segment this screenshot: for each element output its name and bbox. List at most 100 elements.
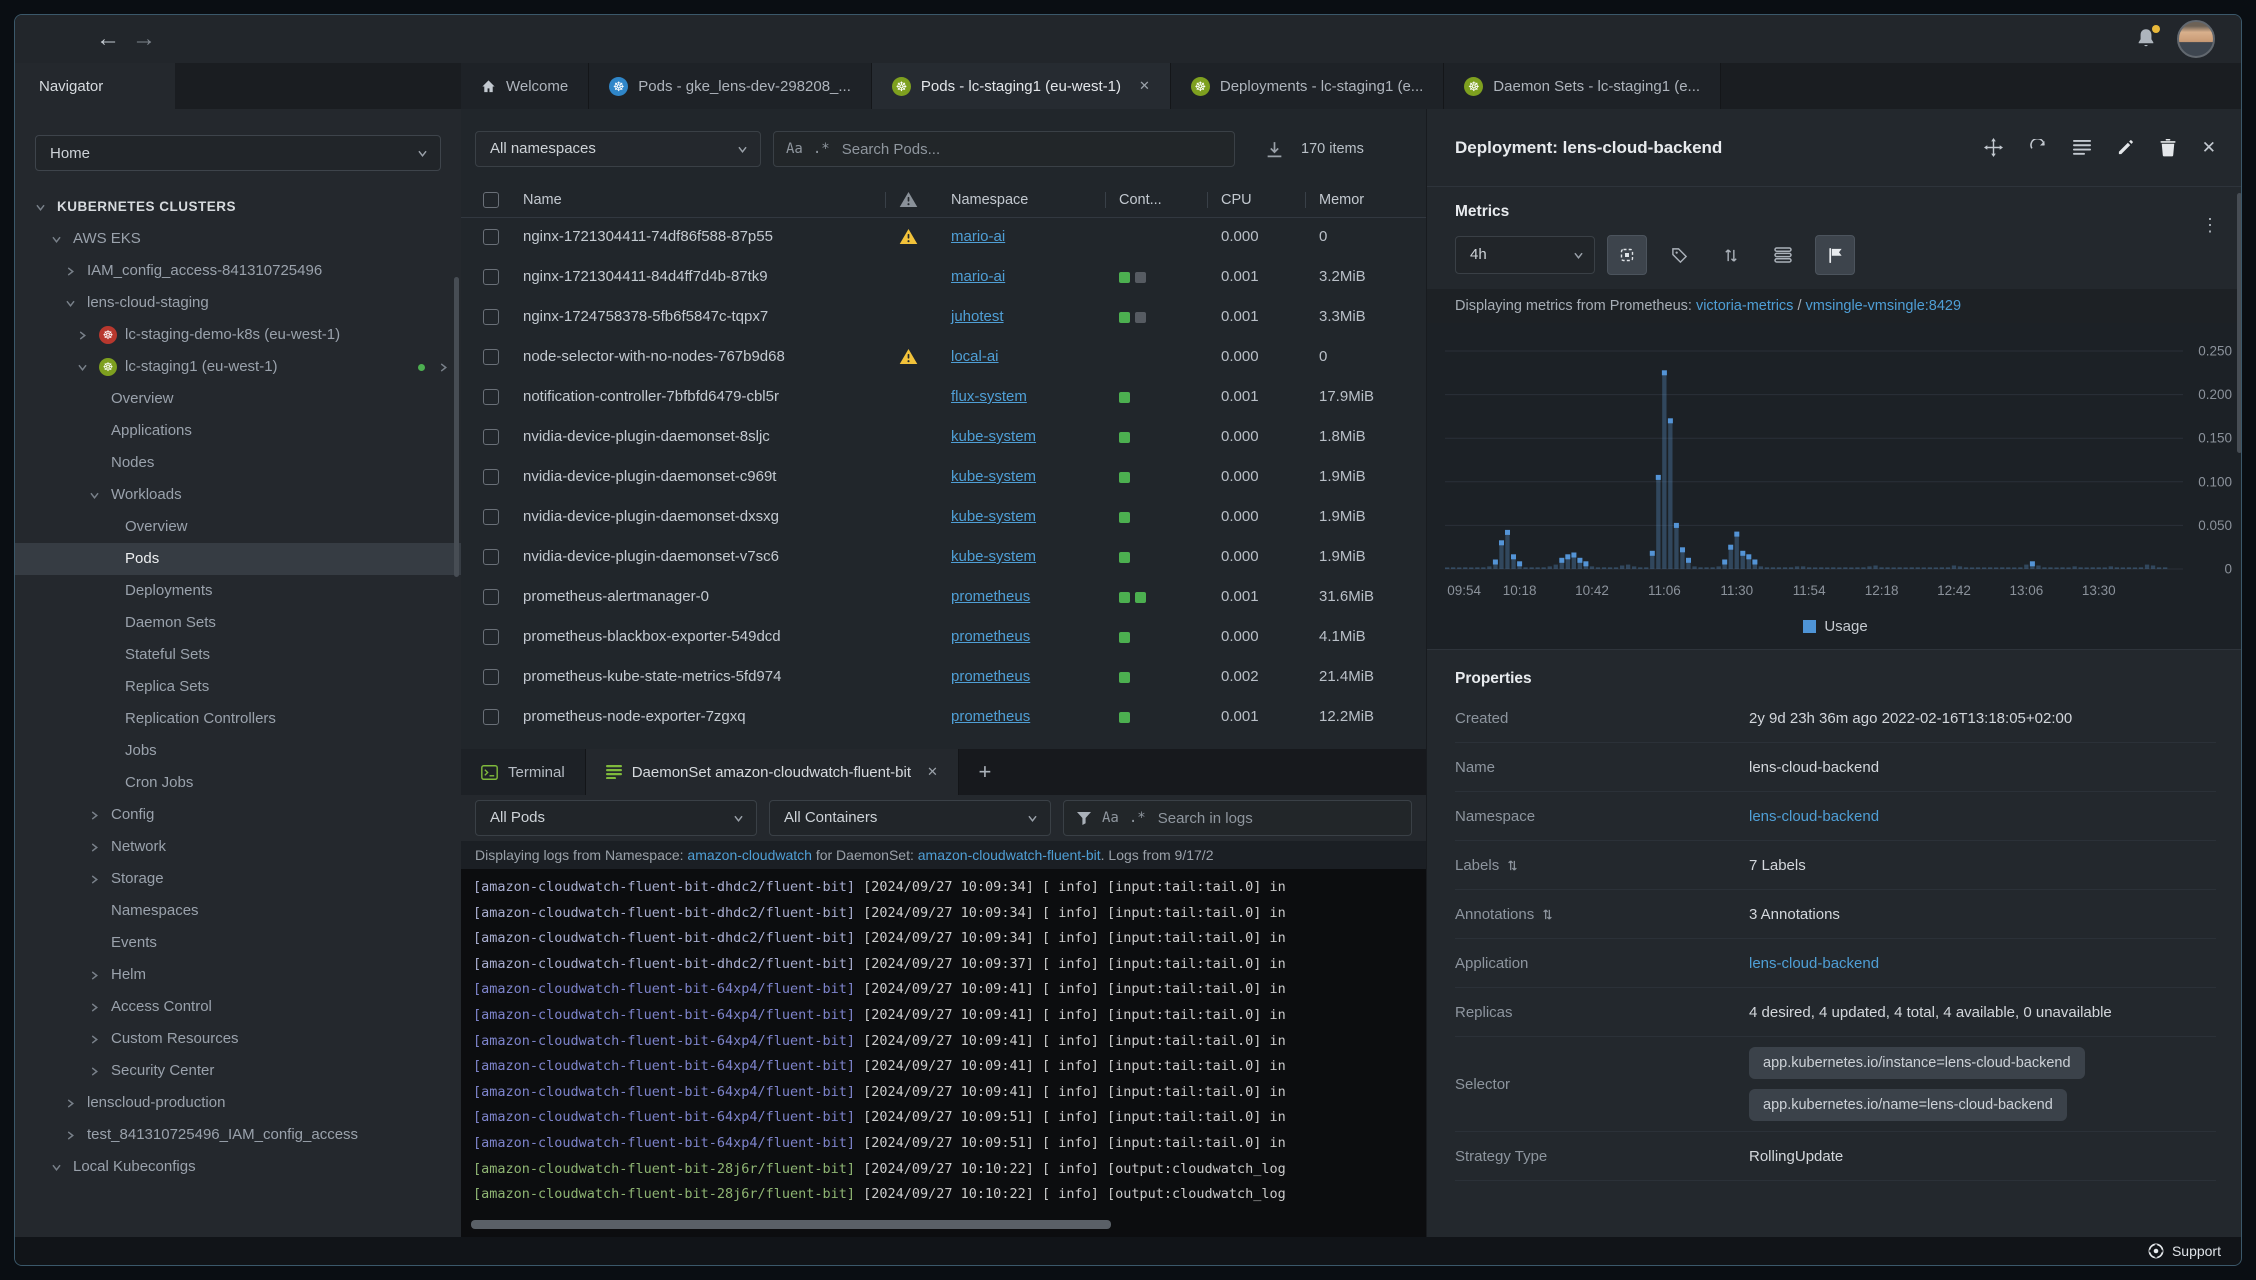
table-row[interactable]: nvidia-device-plugin-daemonset-8sljc kube… [461,417,1426,457]
chevron-right-icon[interactable] [65,255,76,287]
table-row[interactable]: nginx-1721304411-84d4ff7d4b-87tk9 mario-a… [461,257,1426,297]
sidebar-item[interactable]: Overview [15,383,461,415]
drawer-scrollbar[interactable] [2237,193,2241,453]
table-row[interactable]: prometheus-node-exporter-7zgxq prometheus… [461,697,1426,737]
logs-search-input[interactable] [1155,808,1399,828]
logs-horizontal-scrollbar[interactable] [471,1220,1111,1229]
support-link[interactable]: Support [2172,1243,2221,1259]
pod-filter-select[interactable]: All Pods [475,800,757,836]
chevron-down-icon[interactable] [35,191,46,223]
sidebar-item[interactable]: IAM_config_access-841310725496 [15,255,461,287]
cpu-usage-chart[interactable]: 0 0.050 0.100 0.150 0.200 0.250 09:54 10:18 10:4… [1427,329,2242,609]
row-checkbox[interactable] [483,429,499,445]
chevron-down-icon[interactable] [51,1151,62,1183]
property-value-link[interactable]: lens-cloud-backend [1749,955,2216,972]
table-row[interactable]: prometheus-blackbox-exporter-549dcd prome… [461,617,1426,657]
namespace-link[interactable]: kube-system [951,417,1036,457]
namespace-link[interactable]: flux-system [951,377,1027,417]
sidebar-scrollbar[interactable] [454,277,459,577]
sidebar-item[interactable]: KUBERNETES CLUSTERS [15,191,461,223]
namespace-select[interactable]: All namespaces [475,131,761,167]
sidebar-item[interactable]: lenscloud-production [15,1087,461,1119]
table-row[interactable]: nvidia-device-plugin-daemonset-v7sc6 kube… [461,537,1426,577]
sort-updown-icon[interactable] [1507,859,1518,872]
chevron-down-icon[interactable] [65,287,76,319]
app-tab[interactable]: ☸ Daemon Sets - lc-staging1 (e... [1444,63,1722,109]
namespace-link[interactable]: mario-ai [951,257,1005,297]
regex-icon[interactable]: .* [813,141,830,157]
row-checkbox[interactable] [483,709,499,725]
table-row[interactable]: prometheus-alertmanager-0 prometheus 0.001… [461,577,1426,617]
namespace-link[interactable]: prometheus [951,657,1030,697]
sidebar-item[interactable]: Overview [15,511,461,543]
namespace-link[interactable]: kube-system [951,497,1036,537]
sidebar-item[interactable]: ☸ lc-staging-demo-k8s (eu-west-1) [15,319,461,351]
sidebar-item[interactable]: Access Control [15,991,461,1023]
row-checkbox[interactable] [483,549,499,565]
chevron-right-icon[interactable] [89,799,100,831]
sidebar-item[interactable]: Applications [15,415,461,447]
sidebar-item[interactable]: Replica Sets [15,671,461,703]
match-case-icon[interactable]: Aa [1102,810,1119,826]
legend-usage-label[interactable]: Usage [1824,618,1867,635]
app-tab[interactable]: ☸ Deployments - lc-staging1 (e... [1170,63,1445,109]
table-row[interactable]: nvidia-device-plugin-daemonset-c969t kube… [461,457,1426,497]
match-case-icon[interactable]: Aa [786,141,803,157]
table-row[interactable]: node-selector-with-no-nodes-767b9d68 loca… [461,337,1426,377]
column-cpu[interactable]: CPU [1221,183,1252,217]
column-namespace[interactable]: Namespace [951,183,1028,217]
close-tab-icon[interactable]: ✕ [1139,78,1150,94]
column-warning-icon[interactable] [899,191,918,208]
sidebar-item[interactable]: Replication Controllers [15,703,461,735]
refresh-icon[interactable] [2029,138,2047,157]
table-row[interactable]: nginx-1721304411-74df86f588-87p55 mario-a… [461,217,1426,257]
sidebar-item[interactable]: Pods [15,543,461,575]
sidebar-item[interactable]: lens-cloud-staging [15,287,461,319]
sidebar-item[interactable]: Workloads [15,479,461,511]
dock-tab[interactable]: Terminal [461,749,586,795]
sidebar-item[interactable]: Config [15,799,461,831]
chevron-right-icon[interactable] [77,319,88,351]
chevron-right-icon[interactable] [65,1119,76,1151]
close-icon[interactable]: ✕ [2202,138,2216,158]
tag-icon[interactable] [1659,235,1699,275]
edit-pencil-icon[interactable] [2117,139,2134,156]
filter-funnel-icon[interactable] [1076,810,1092,826]
namespace-link[interactable]: kube-system [951,457,1036,497]
row-checkbox[interactable] [483,589,499,605]
sidebar-item[interactable]: Namespaces [15,895,461,927]
logs-namespace-link[interactable]: amazon-cloudwatch [687,847,812,863]
table-row[interactable]: prometheus-kube-state-metrics-5fd974 prom… [461,657,1426,697]
namespace-link[interactable]: mario-ai [951,217,1005,257]
column-memory[interactable]: Memor [1319,183,1364,217]
back-arrow-icon[interactable]: ← [91,21,125,57]
row-checkbox[interactable] [483,629,499,645]
select-all-checkbox[interactable] [483,192,499,208]
close-tab-icon[interactable]: ✕ [927,764,938,780]
app-tab[interactable]: ☸ Pods - gke_lens-dev-298208_... [589,63,872,109]
sidebar-item[interactable]: Storage [15,863,461,895]
row-checkbox[interactable] [483,349,499,365]
namespace-link[interactable]: prometheus [951,577,1030,617]
sort-updown-icon[interactable] [1711,235,1751,275]
notifications-bell-icon[interactable] [2135,25,2160,51]
sidebar-item[interactable]: Nodes [15,447,461,479]
forward-arrow-icon[interactable]: → [127,21,161,57]
chevron-right-icon[interactable] [65,1087,76,1119]
sort-updown-icon[interactable] [1542,908,1553,921]
row-checkbox[interactable] [483,309,499,325]
user-avatar[interactable] [2177,20,2215,58]
table-row[interactable]: nvidia-device-plugin-daemonset-dxsxg kube… [461,497,1426,537]
sidebar-item[interactable]: Events [15,927,461,959]
chevron-right-icon[interactable] [89,1023,100,1055]
namespace-link[interactable]: kube-system [951,537,1036,577]
catalog-select[interactable]: Home [35,135,441,171]
chevron-right-icon[interactable] [438,351,449,383]
sidebar-item[interactable]: Deployments [15,575,461,607]
sidebar-item[interactable]: AWS EKS [15,223,461,255]
app-tab[interactable]: ☸ Pods - lc-staging1 (eu-west-1) ✕ [871,63,1171,109]
namespace-link[interactable]: juhotest [951,297,1004,337]
chevron-down-icon[interactable] [77,351,88,383]
sidebar-item[interactable]: test_841310725496_IAM_config_access [15,1119,461,1151]
dock-tab[interactable]: DaemonSet amazon-cloudwatch-fluent-bit ✕ [585,749,959,795]
